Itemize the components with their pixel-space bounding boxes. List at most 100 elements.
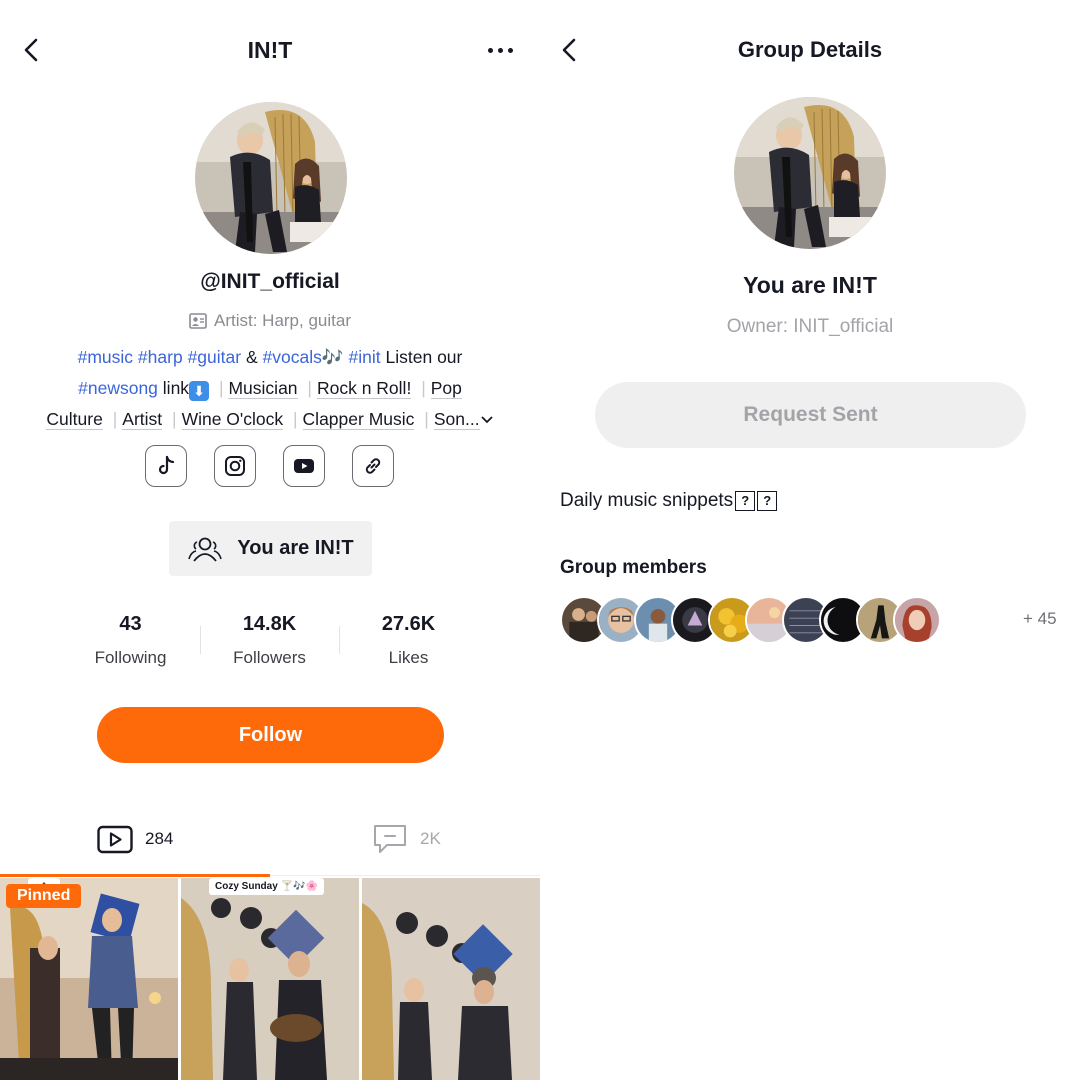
stat-label: Followers bbox=[233, 648, 306, 667]
stat-label: Likes bbox=[388, 648, 429, 667]
divider bbox=[339, 626, 340, 654]
stat-value: 27.6K bbox=[381, 613, 436, 635]
hashtag-link[interactable]: #harp bbox=[138, 347, 183, 367]
video-frame bbox=[181, 878, 359, 1080]
contact-card-icon bbox=[189, 313, 207, 329]
bio-chip-pop-culture[interactable]: Pop bbox=[430, 378, 462, 399]
group-name: You are IN!T bbox=[743, 272, 877, 298]
follow-button[interactable]: Follow bbox=[97, 707, 444, 763]
youtube-button[interactable] bbox=[283, 445, 325, 487]
video-play-icon bbox=[97, 825, 133, 854]
dot-icon bbox=[507, 47, 513, 53]
profile-screen: IN!T @INIT_official Artist: Harp, guitar bbox=[0, 0, 540, 1080]
tiktok-icon bbox=[158, 455, 175, 475]
group-description: Daily music snippets ? ? bbox=[560, 490, 778, 512]
social-links bbox=[145, 445, 394, 487]
bio-chip-wine[interactable]: Wine O'clock bbox=[181, 409, 284, 430]
link-icon bbox=[365, 458, 381, 474]
missing-glyph-box: ? bbox=[757, 491, 778, 511]
hashtag-link[interactable]: #vocals bbox=[263, 347, 322, 367]
dot-icon bbox=[487, 47, 493, 53]
video-thumbnail[interactable] bbox=[362, 878, 540, 1080]
bio-chip-rock[interactable]: Rock n Roll! bbox=[316, 378, 412, 399]
bio-chip-musician[interactable]: Musician bbox=[228, 378, 298, 399]
request-sent-button[interactable]: Request Sent bbox=[595, 382, 1026, 448]
content-tabs: 284 2K bbox=[0, 822, 540, 872]
group-chip-button[interactable]: You are IN!T bbox=[169, 521, 372, 576]
active-tab-indicator bbox=[0, 874, 270, 877]
bio-chip-pop-culture-cont[interactable]: Culture bbox=[46, 409, 103, 430]
video-frame bbox=[0, 878, 178, 1080]
down-arrow-emoji: ⬇ bbox=[189, 381, 210, 401]
group-owner: Owner: INIT_official bbox=[726, 316, 894, 337]
bio-separator: | bbox=[424, 409, 429, 429]
bio-separator: | bbox=[293, 409, 298, 429]
bio-text: Listen our bbox=[385, 347, 463, 367]
hashtag-link[interactable]: #newsong bbox=[78, 378, 158, 398]
member-photo bbox=[895, 598, 939, 642]
bio-line: Culture | Artist | Wine O'clock | Clapper M… bbox=[30, 404, 510, 435]
link-button[interactable] bbox=[352, 445, 394, 487]
bio-text: link bbox=[162, 378, 190, 398]
pinned-badge: Pinned bbox=[6, 884, 82, 908]
profile-avatar[interactable] bbox=[195, 102, 347, 254]
stat-label: Following bbox=[94, 648, 167, 667]
bio-chip-artist[interactable]: Artist bbox=[122, 409, 163, 430]
members-avatar-list[interactable] bbox=[560, 596, 941, 644]
more-options-button[interactable] bbox=[480, 36, 520, 64]
group-avatar bbox=[734, 97, 886, 249]
video-frame bbox=[362, 878, 540, 1080]
instagram-button[interactable] bbox=[214, 445, 256, 487]
divider bbox=[200, 626, 201, 654]
video-thumbnail[interactable]: Cozy Sunday 🍸🎶🌸 bbox=[181, 878, 359, 1080]
tab-videos[interactable]: 284 bbox=[97, 822, 173, 856]
video-caption: Cozy Sunday 🍸🎶🌸 bbox=[209, 878, 324, 895]
members-section-title: Group members bbox=[560, 557, 707, 578]
page-title: IN!T bbox=[247, 37, 293, 63]
videos-count: 284 bbox=[145, 829, 174, 848]
bio-line: #newsong link ⬇ | Musician | Rock n Roll! |… bbox=[30, 373, 510, 404]
dot-icon bbox=[497, 47, 503, 53]
bio-text: & bbox=[245, 347, 258, 367]
group-chip-label: You are IN!T bbox=[237, 537, 354, 559]
bio-chip-more[interactable]: Son... bbox=[433, 409, 480, 430]
comment-bubble-icon bbox=[374, 825, 406, 853]
youtube-icon bbox=[294, 459, 314, 473]
group-icon bbox=[188, 537, 223, 562]
hashtag-link[interactable]: #init bbox=[349, 347, 381, 367]
tiktok-button[interactable] bbox=[145, 445, 187, 487]
category-text: Artist: Harp, guitar bbox=[214, 311, 351, 330]
video-grid: ...t... Pinned Cozy Sunday 🍸🎶🌸 bbox=[0, 878, 540, 1080]
stat-value: 14.8K bbox=[242, 613, 297, 635]
profile-stats: 43 Following 14.8K Followers 27.6K Likes bbox=[61, 612, 479, 668]
bio-chip-clapper[interactable]: Clapper Music bbox=[302, 409, 415, 430]
avatar-photo bbox=[734, 97, 886, 249]
member-avatar[interactable] bbox=[893, 596, 941, 644]
bio-separator: | bbox=[172, 409, 177, 429]
bio-separator: | bbox=[307, 378, 312, 398]
chevron-down-icon[interactable] bbox=[480, 415, 494, 425]
stat-likes[interactable]: 27.6K Likes bbox=[339, 612, 478, 668]
avatar-photo bbox=[195, 102, 347, 254]
bio-separator: | bbox=[112, 409, 118, 429]
description-text: Daily music snippets bbox=[560, 490, 734, 511]
stat-following[interactable]: 43 Following bbox=[61, 612, 200, 668]
instagram-icon bbox=[225, 456, 245, 476]
hashtag-link[interactable]: #guitar bbox=[188, 347, 242, 367]
stat-followers[interactable]: 14.8K Followers bbox=[200, 612, 339, 668]
members-more-count[interactable]: + 45 bbox=[1023, 609, 1057, 629]
bio-separator: | bbox=[218, 378, 224, 398]
stat-value: 43 bbox=[119, 613, 142, 635]
bio-line: #music #harp #guitar & #vocals🎶 #init Li… bbox=[30, 342, 510, 373]
hashtag-link[interactable]: #music bbox=[78, 347, 133, 367]
tab-comments[interactable]: 2K bbox=[372, 822, 441, 856]
comments-count: 2K bbox=[420, 829, 441, 848]
page-title: Group Details bbox=[737, 37, 883, 62]
group-details-screen: Group Details You are IN!T Owner: INIT_o… bbox=[540, 0, 1080, 1080]
missing-glyph-box: ? bbox=[735, 491, 756, 511]
bio-separator: | bbox=[421, 378, 426, 398]
profile-category: Artist: Harp, guitar bbox=[0, 311, 540, 331]
video-thumbnail[interactable]: ...t... Pinned bbox=[0, 878, 178, 1080]
music-notes-emoji: 🎶 bbox=[321, 347, 344, 367]
profile-handle: @INIT_official bbox=[200, 270, 340, 293]
